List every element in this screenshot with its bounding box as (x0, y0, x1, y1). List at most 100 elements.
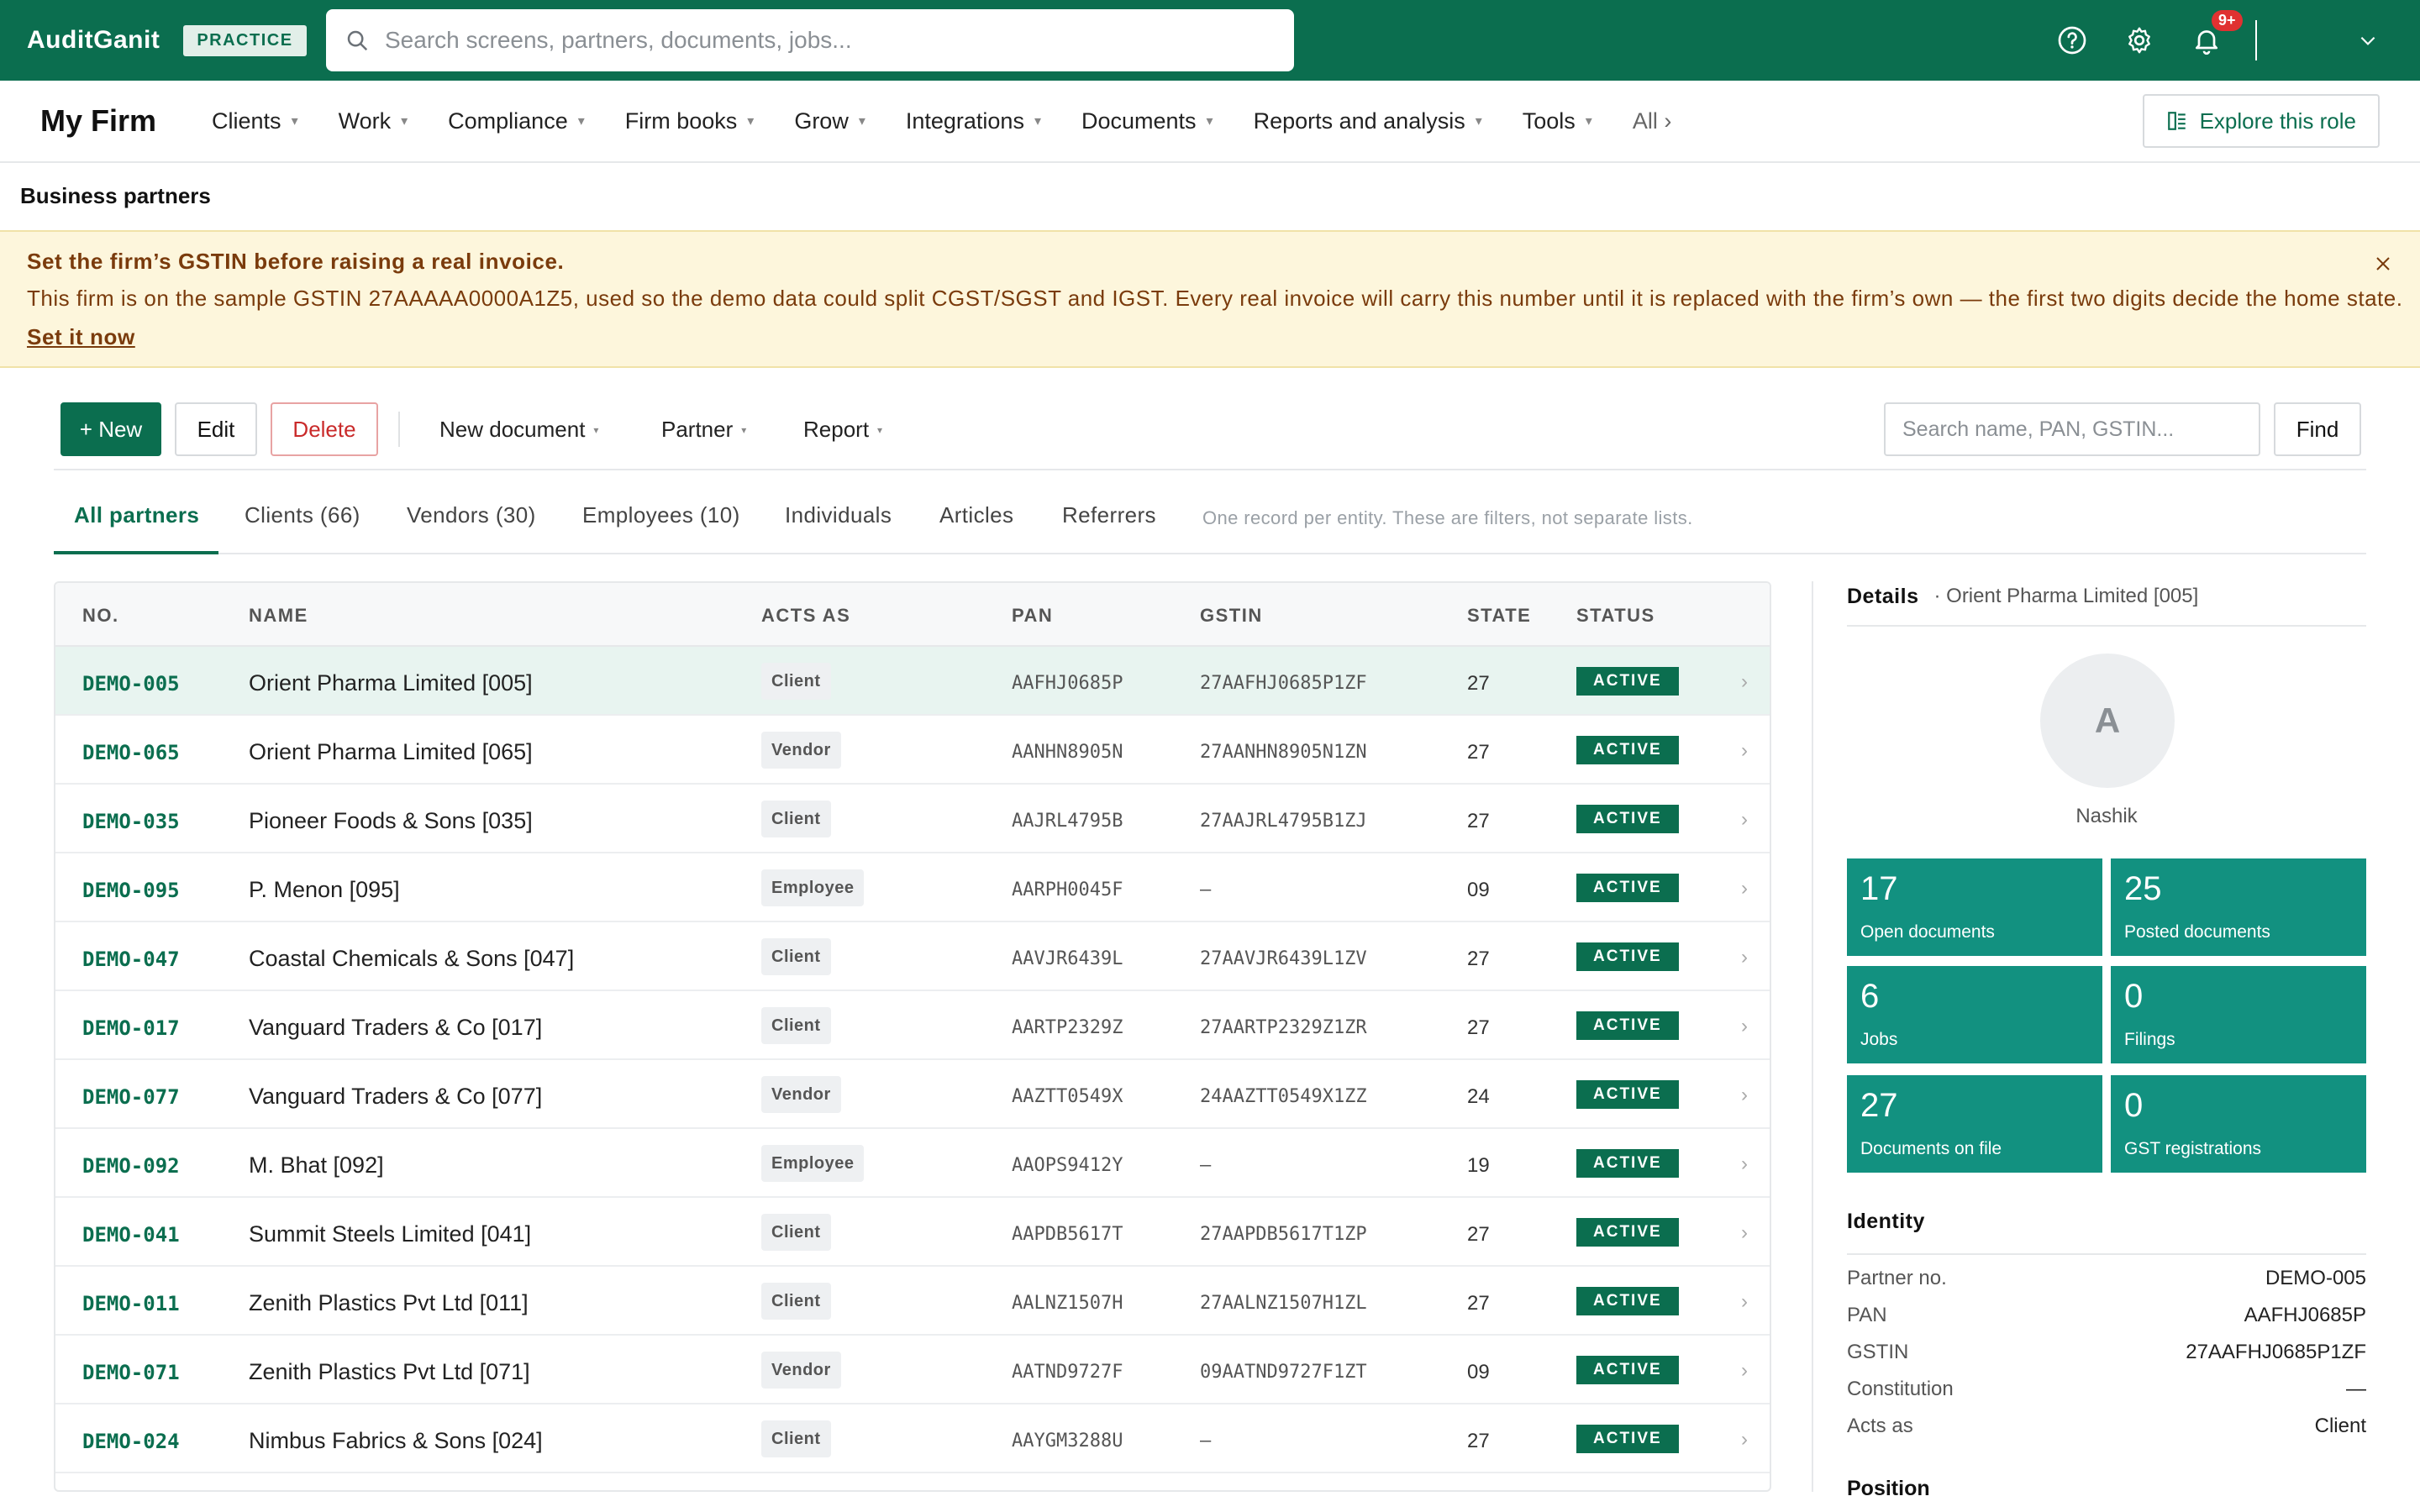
firm-name[interactable]: My Firm (40, 103, 156, 139)
table-row[interactable]: DEMO-095 P. Menon [095] AARPH0045F — 09 Emplo… (55, 853, 1770, 922)
nav-clients[interactable]: Clients ▾ (212, 108, 298, 134)
chevron-right-icon[interactable]: › (1741, 808, 1748, 832)
table-row[interactable]: DEMO-005 Orient Pharma Limited [005] AAFHJ… (55, 647, 1770, 716)
gear-icon[interactable] (2121, 22, 2158, 59)
nav-documents[interactable]: Documents ▾ (1081, 108, 1213, 134)
chevron-right-icon[interactable]: › (1741, 1290, 1748, 1314)
partner-number[interactable]: DEMO-092 (82, 1154, 180, 1178)
chevron-right-icon[interactable]: › (1741, 877, 1748, 900)
table-row[interactable]: DEMO-011 Zenith Plastics Pvt Ltd [011] AAL… (55, 1267, 1770, 1336)
column-header[interactable]: NO. (82, 605, 119, 627)
report-menu[interactable]: Report ▾ (803, 417, 882, 443)
partner-number[interactable]: DEMO-011 (82, 1292, 180, 1315)
tab-individuals[interactable]: Individuals (785, 502, 892, 528)
stat-tile[interactable]: 0 Filings (2111, 966, 2366, 1063)
partner-state: 27 (1467, 741, 1490, 764)
nav-label: Integrations (905, 108, 1024, 134)
nav-grow[interactable]: Grow ▾ (794, 108, 865, 134)
identity-value: AAFHJ0685P (2244, 1304, 2366, 1326)
nav-work[interactable]: Work ▾ (339, 108, 408, 134)
table-row[interactable]: DEMO-041 Summit Steels Limited [041] AAPDB… (55, 1198, 1770, 1267)
chevron-right-icon[interactable]: › (1741, 1152, 1748, 1176)
chevron-right-icon[interactable]: › (1741, 1359, 1748, 1383)
tab-all-partners[interactable]: All partners (74, 502, 199, 528)
tab-vendors[interactable]: Vendors (30) (407, 502, 536, 528)
column-header[interactable]: GSTIN (1200, 605, 1263, 627)
acts-as-badge: Client (761, 1214, 831, 1251)
nav-firm-books[interactable]: Firm books ▾ (625, 108, 755, 134)
nav-reports[interactable]: Reports and analysis ▾ (1254, 108, 1482, 134)
chevron-right-icon[interactable]: › (1741, 670, 1748, 694)
column-header[interactable]: STATE (1467, 605, 1531, 627)
table-row[interactable]: DEMO-077 Vanguard Traders & Co [077] AAZTT… (55, 1060, 1770, 1129)
chevron-right-icon[interactable]: › (1741, 1221, 1748, 1245)
nav-integrations[interactable]: Integrations ▾ (906, 108, 1041, 134)
chevron-right-icon[interactable]: › (1741, 1428, 1748, 1452)
table-row[interactable]: DEMO-065 Orient Pharma Limited [065] AANHN… (55, 716, 1770, 785)
partner-number[interactable]: DEMO-017 (82, 1016, 180, 1040)
partner-menu[interactable]: Partner ▾ (661, 417, 746, 443)
partner-number[interactable]: DEMO-077 (82, 1085, 180, 1109)
delete-button[interactable]: Delete (271, 402, 378, 456)
partner-number[interactable]: DEMO-071 (82, 1361, 180, 1384)
global-search[interactable] (326, 9, 1294, 71)
nav-label: Compliance (448, 108, 568, 134)
chevron-right-icon[interactable]: › (1741, 739, 1748, 763)
table-row[interactable]: DEMO-071 Zenith Plastics Pvt Ltd [071] AAT… (55, 1336, 1770, 1404)
column-header[interactable]: PAN (1012, 605, 1053, 627)
stat-tile[interactable]: 17 Open documents (1847, 858, 2102, 956)
stat-label: Filings (2124, 1030, 2175, 1049)
partner-search-input[interactable] (1884, 402, 2260, 456)
details-title: Details (1847, 585, 1919, 608)
stat-tile[interactable]: 0 GST registrations (2111, 1075, 2366, 1173)
new-button[interactable]: + New (60, 402, 161, 456)
column-header[interactable]: NAME (249, 605, 308, 627)
nav-tools[interactable]: Tools ▾ (1523, 108, 1592, 134)
chevron-right-icon[interactable]: › (1741, 1084, 1748, 1107)
nav-compliance[interactable]: Compliance ▾ (448, 108, 585, 134)
stat-tile[interactable]: 27 Documents on file (1847, 1075, 2102, 1173)
edit-button[interactable]: Edit (175, 402, 257, 456)
explore-role-button[interactable]: Explore this role (2142, 94, 2380, 148)
acts-as-badge: Vendor (761, 1352, 841, 1389)
chevron-right-icon[interactable]: › (1741, 1015, 1748, 1038)
partner-state: 19 (1467, 1154, 1490, 1177)
column-header[interactable]: STATUS (1576, 605, 1655, 627)
global-search-input[interactable] (385, 27, 1225, 54)
tab-employees[interactable]: Employees (10) (582, 502, 740, 528)
partner-number[interactable]: DEMO-035 (82, 810, 180, 833)
stat-tile[interactable]: 25 Posted documents (2111, 858, 2366, 956)
tab-articles[interactable]: Articles (939, 502, 1013, 528)
column-header[interactable]: ACTS AS (761, 605, 850, 627)
table-header: NO. NAME ACTS AS PAN GSTIN STATE STATUS (55, 583, 1770, 647)
partner-number[interactable]: DEMO-047 (82, 948, 180, 971)
tab-clients[interactable]: Clients (66) (245, 502, 360, 528)
table-row[interactable]: DEMO-024 Nimbus Fabrics & Sons [024] AAYGM… (55, 1404, 1770, 1473)
partner-number[interactable]: DEMO-005 (82, 672, 180, 696)
chevron-down-icon: ▾ (577, 114, 585, 129)
table-row[interactable]: DEMO-092 M. Bhat [092] AAOPS9412Y — 19 Employ… (55, 1129, 1770, 1198)
app-logo[interactable]: AuditGanit (27, 26, 160, 55)
chevron-right-icon[interactable]: › (1741, 946, 1748, 969)
find-button[interactable]: Find (2274, 402, 2361, 456)
nav-all[interactable]: All › (1633, 108, 1672, 134)
set-it-now-link[interactable]: Set it now (27, 324, 135, 350)
tab-referrers[interactable]: Referrers (1062, 502, 1156, 528)
help-icon[interactable] (2054, 22, 2091, 59)
new-document-menu[interactable]: New document ▾ (439, 417, 598, 443)
partner-state: 09 (1467, 879, 1490, 901)
partner-number[interactable]: DEMO-065 (82, 741, 180, 764)
stat-label: Documents on file (1860, 1139, 2002, 1158)
table-row[interactable]: DEMO-017 Vanguard Traders & Co [017] AARTP… (55, 991, 1770, 1060)
chevron-down-icon[interactable] (2349, 22, 2386, 59)
partner-number[interactable]: DEMO-024 (82, 1430, 180, 1453)
stat-tile[interactable]: 6 Jobs (1847, 966, 2102, 1063)
bell-icon[interactable]: 9+ (2188, 10, 2243, 59)
close-icon[interactable] (2373, 254, 2393, 278)
partner-state: 27 (1467, 1016, 1490, 1039)
table-row[interactable]: DEMO-047 Coastal Chemicals & Sons [047] AA… (55, 922, 1770, 991)
partner-number[interactable]: DEMO-041 (82, 1223, 180, 1247)
partner-number[interactable]: DEMO-095 (82, 879, 180, 902)
identity-key: Acts as (1847, 1415, 1913, 1437)
table-row[interactable]: DEMO-035 Pioneer Foods & Sons [035] AAJRL4… (55, 785, 1770, 853)
